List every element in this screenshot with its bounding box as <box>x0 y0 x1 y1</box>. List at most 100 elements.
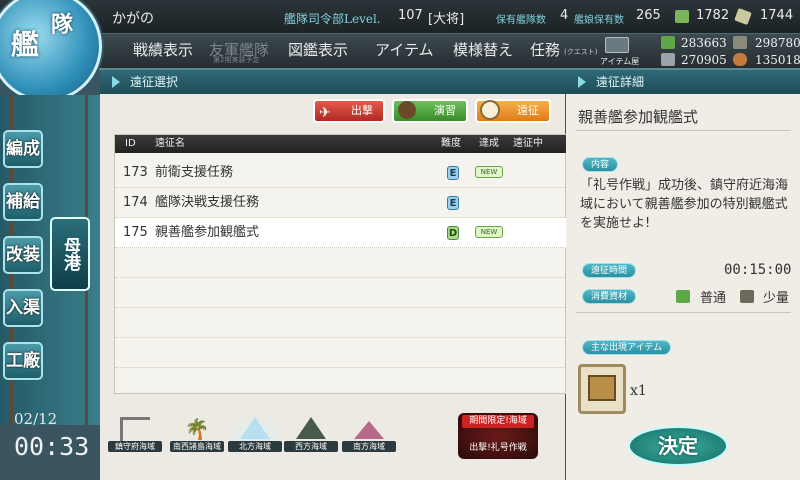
island-icon <box>354 421 384 439</box>
fleets-label: 保有艦隊数 <box>496 15 546 26</box>
expedition-row-175[interactable]: 175 親善艦参加観艦式 D NEW <box>115 218 567 248</box>
sortie-icon: ✈ <box>319 105 331 121</box>
content-label: 内容 <box>582 157 619 172</box>
reward-item-box <box>578 364 626 414</box>
decide-button[interactable]: 決定 <box>628 426 728 466</box>
event-label-2: 出撃!礼号作戦 <box>469 443 527 453</box>
area-chinjufu[interactable]: 鎮守府海域 <box>108 415 162 457</box>
list-item <box>115 278 567 308</box>
hq-level-label: 艦隊司令部Level. <box>284 12 381 26</box>
new-badge: NEW <box>475 226 503 238</box>
list-item <box>115 338 567 368</box>
tab-practice[interactable]: 演習 <box>392 99 468 123</box>
difficulty-badge: E <box>447 166 459 180</box>
col-achieved: 達成 <box>479 138 499 149</box>
nav-quests[interactable]: 任務 <box>530 39 560 60</box>
rank: [大将] <box>428 12 465 27</box>
hq-level: 107 <box>398 8 423 23</box>
col-ongoing: 遠征中 <box>513 138 543 149</box>
iceberg-icon <box>240 417 270 439</box>
list-item <box>115 308 567 338</box>
detail-description: 「礼号作戦」成功後、鎮守府近海海域において親善艦参加の特別観艦式を実施せよ! <box>580 178 789 231</box>
area-nanpou[interactable]: 南方海域 <box>342 415 396 457</box>
girls-count: 265 <box>636 8 661 23</box>
difficulty-badge: D <box>447 226 459 240</box>
tab-expedition-label: 遠征 <box>517 104 539 117</box>
item-shop-label[interactable]: アイテム屋 <box>600 56 639 67</box>
devmat-icon <box>734 7 752 26</box>
admiral-logo: 艦 隊 <box>0 0 102 102</box>
fleets-count: 4 <box>560 8 569 23</box>
list-item <box>115 248 567 278</box>
area-label: 鎮守府海域 <box>108 441 162 452</box>
fuel-icon <box>661 36 675 49</box>
event-area-button[interactable]: 期間限定!海域 出撃!礼号作戦 <box>458 413 538 459</box>
list-header: ID 遠征名 難度 達成 遠征中 <box>115 135 567 153</box>
event-label-1: 期間限定!海域 <box>462 415 534 428</box>
ammo-cost: 少量 <box>763 291 790 306</box>
nav-items[interactable]: アイテム <box>375 39 434 60</box>
item-shop-icon[interactable] <box>605 37 629 53</box>
divider <box>576 130 791 131</box>
area-hoppou[interactable]: 北方海域 <box>228 415 282 457</box>
row-name: 親善艦参加観艦式 <box>155 225 260 240</box>
palm-tree-icon: 🌴 <box>184 417 210 441</box>
girls-label: 艦娘保有数 <box>574 15 624 26</box>
bauxite-count: 135018 <box>755 53 800 67</box>
menu-supply-button[interactable]: 補給 <box>3 183 43 221</box>
nav-furniture[interactable]: 模様替え <box>453 39 513 60</box>
bucket-icon <box>675 10 689 23</box>
expedition-detail-header: 遠征詳細 <box>566 70 800 94</box>
reward-label: 主な出現アイテム <box>582 340 672 355</box>
row-id: 175 <box>123 225 148 240</box>
bauxite-icon <box>733 53 747 66</box>
row-name: 前衛支援任務 <box>155 165 234 180</box>
row-name: 艦隊決戦支援任務 <box>155 195 260 210</box>
difficulty-badge: E <box>447 196 459 210</box>
col-name: 遠征名 <box>155 138 185 149</box>
menu-remodel-button[interactable]: 改装 <box>3 236 43 274</box>
steel-count: 270905 <box>681 53 727 67</box>
fuel-cost-icon <box>676 290 690 303</box>
tab-practice-label: 演習 <box>434 104 456 117</box>
mountain-icon <box>296 417 326 439</box>
expedition-list: ID 遠征名 難度 達成 遠征中 173 前衛支援任務 E NEW 174 艦隊… <box>114 134 567 394</box>
clock-date: 02/12 <box>14 410 58 428</box>
area-nansei[interactable]: 🌴 南西諸島海域 <box>170 415 224 457</box>
steel-icon <box>661 53 675 66</box>
nav-friend-sub: 第2期実装予定 <box>213 56 260 64</box>
expedition-row-173[interactable]: 173 前衛支援任務 E NEW <box>115 158 567 188</box>
return-port-button[interactable]: 母港 <box>50 217 90 291</box>
crate-icon <box>588 375 616 401</box>
menu-arsenal-button[interactable]: 工廠 <box>3 342 43 380</box>
menu-organize-button[interactable]: 編成 <box>3 130 43 168</box>
area-label: 南方海域 <box>342 441 396 452</box>
col-difficulty: 難度 <box>441 138 461 149</box>
time-label: 遠征時間 <box>582 263 637 278</box>
expedition-select-header: 遠征選択 <box>100 70 566 94</box>
fuel-count: 283663 <box>681 36 727 50</box>
buckets-count: 1782 <box>696 8 730 23</box>
logo-char-2: 隊 <box>51 12 74 38</box>
expedition-row-174[interactable]: 174 艦隊決戦支援任務 E <box>115 188 567 218</box>
expedition-detail-title: 遠征詳細 <box>596 75 645 89</box>
col-id: ID <box>125 138 136 149</box>
area-seihou[interactable]: 西方海域 <box>284 415 338 457</box>
tab-expedition[interactable]: 遠征 <box>475 99 551 123</box>
new-badge: NEW <box>475 166 503 178</box>
area-label: 北方海域 <box>228 441 282 452</box>
ammo-cost-icon <box>740 290 754 303</box>
practice-icon <box>398 101 416 119</box>
nav-library[interactable]: 図鑑表示 <box>288 39 348 60</box>
menu-dock-button[interactable]: 入渠 <box>3 289 43 327</box>
ammo-count: 298780 <box>755 36 800 50</box>
ammo-icon <box>733 36 747 49</box>
admiral-name: かがの <box>112 11 154 27</box>
row-id: 174 <box>123 195 148 210</box>
reward-quantity: x1 <box>630 383 647 399</box>
tab-sortie[interactable]: ✈ 出撃 <box>313 99 385 123</box>
expedition-time: 00:15:00 <box>724 262 792 278</box>
main-nav: 戦績表示 友軍艦隊 第2期実装予定 図鑑表示 アイテム 模様替え 任務 (クエス… <box>95 34 800 70</box>
detail-title: 親善艦参加観艦式 <box>578 108 699 126</box>
nav-records[interactable]: 戦績表示 <box>133 39 193 60</box>
